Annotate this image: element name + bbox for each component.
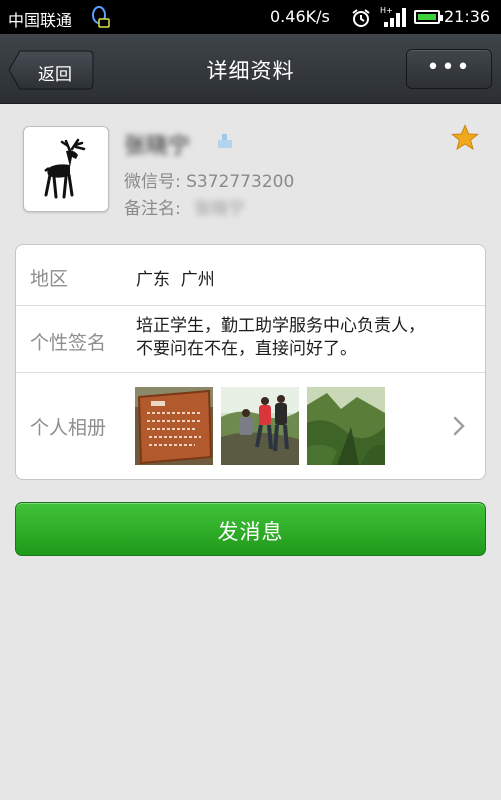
nickname-text: 张晓宁 <box>124 134 191 159</box>
clock: 21:36 <box>444 7 491 26</box>
nickname: 张晓宁 <box>124 128 212 159</box>
wechat-id: 微信号: S372773200 <box>124 172 295 192</box>
chevron-right-icon <box>452 415 466 437</box>
send-message-label: 发消息 <box>217 520 284 544</box>
album-photo-forest-valley[interactable] <box>307 387 385 465</box>
status-bar: 中国联通 0.46K/s H+ 21:36 <box>0 0 501 34</box>
more-dots-icon: ••• <box>426 55 472 80</box>
album-row[interactable]: 个人相册 <box>16 245 485 479</box>
star-icon[interactable] <box>451 124 479 152</box>
qq-notification-icon <box>90 5 110 29</box>
title-bar: 返回 详细资料 ••• <box>0 34 501 104</box>
album-photo-wooden-sign[interactable] <box>135 387 213 465</box>
album-label: 个人相册 <box>30 417 107 439</box>
avatar[interactable] <box>23 126 109 212</box>
remark-label: 备注名: <box>124 199 181 219</box>
album-photo-hikers[interactable] <box>221 387 299 465</box>
battery-icon <box>414 10 443 24</box>
network-type-label: H+ <box>380 6 393 15</box>
alarm-icon <box>351 8 371 32</box>
remark-value: 张晓宁 <box>194 199 245 216</box>
details-card: 地区 广东 广州 个性签名 培正学生，勤工助学服务中心负责人， 不要问在不在，直… <box>15 244 486 480</box>
gender-verify-icon <box>216 134 236 150</box>
send-message-button[interactable]: 发消息 <box>15 502 486 556</box>
deer-logo-icon <box>44 138 86 199</box>
signal-strength-icon: H+ <box>378 5 408 33</box>
more-options-button[interactable]: ••• <box>406 49 492 89</box>
carrier-name: 中国联通 <box>8 11 73 30</box>
network-speed: 0.46K/s <box>270 7 330 26</box>
